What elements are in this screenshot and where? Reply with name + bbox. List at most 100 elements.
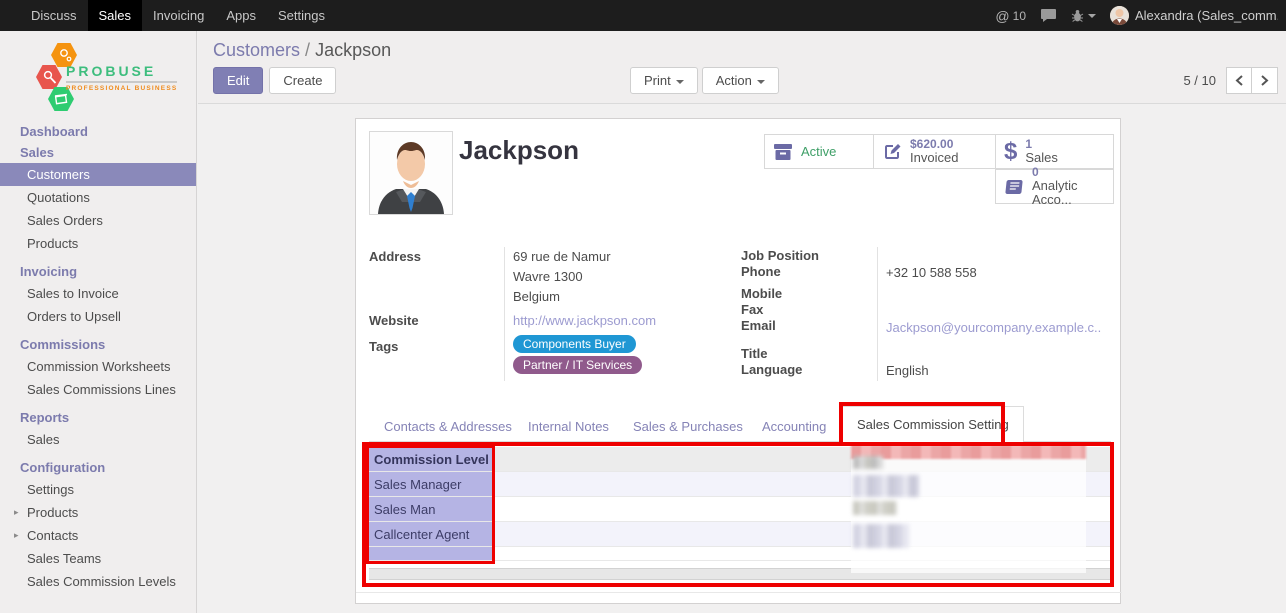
- sidebar-item-commission-worksheets[interactable]: Commission Worksheets: [0, 355, 196, 378]
- action-dropdown-button[interactable]: Action: [702, 67, 779, 94]
- breadcrumb-separator: /: [305, 40, 310, 60]
- sidebar-item-sales-commissions-lines[interactable]: Sales Commissions Lines: [0, 378, 196, 401]
- job-position-label: Job Position: [741, 248, 819, 263]
- sidebar-header-dashboard[interactable]: Dashboard: [0, 121, 196, 142]
- mentions-counter[interactable]: @ 10: [995, 8, 1026, 24]
- language-label: Language: [741, 362, 802, 377]
- tab-contacts-addresses[interactable]: Contacts & Addresses: [384, 419, 512, 434]
- sidebar-item-sales-commission-levels[interactable]: Sales Commission Levels: [0, 570, 196, 593]
- sidebar-item-products[interactable]: Products: [0, 232, 196, 255]
- action-label: Action: [716, 73, 752, 88]
- expand-caret-icon[interactable]: ▸: [14, 507, 19, 518]
- user-name: Alexandra (Sales_comm..: [1135, 8, 1278, 23]
- language-value[interactable]: English: [886, 363, 929, 378]
- at-icon: @: [995, 8, 1009, 24]
- customer-photo[interactable]: [369, 131, 453, 215]
- website-label: Website: [369, 313, 419, 328]
- logo-subtitle: PROFESSIONAL BUSINESS: [66, 85, 177, 92]
- caret-down-icon: [676, 80, 684, 84]
- menu-apps[interactable]: Apps: [215, 0, 267, 31]
- redacted-value: [853, 456, 883, 469]
- customer-form-sheet: Jackpson Active $620.00 Invoiced $ 1 Sal…: [355, 118, 1121, 604]
- commission-level-cell[interactable]: Sales Manager: [369, 472, 493, 496]
- sidebar-item-sales-orders[interactable]: Sales Orders: [0, 209, 196, 232]
- tag-components-buyer[interactable]: Components Buyer: [513, 335, 636, 353]
- chevron-right-icon: [1261, 75, 1269, 86]
- tag-partner-it-services[interactable]: Partner / IT Services: [513, 356, 642, 374]
- sidebar-item-sales-teams[interactable]: Sales Teams: [0, 547, 196, 570]
- tab-accounting[interactable]: Accounting: [762, 419, 826, 434]
- commission-level-cell-empty: [369, 547, 493, 560]
- sidebar-item-sales-to-invoice[interactable]: Sales to Invoice: [0, 282, 196, 305]
- mentions-count: 10: [1013, 9, 1026, 23]
- app-menus: Discuss Sales Invoicing Apps Settings: [0, 0, 336, 31]
- sidebar-item-settings[interactable]: Settings: [0, 478, 196, 501]
- topbar-spacer: [336, 0, 995, 31]
- phone-label: Phone: [741, 264, 781, 279]
- pager-previous-button[interactable]: [1226, 67, 1252, 94]
- field-separator: [877, 247, 878, 381]
- sidebar-header-reports[interactable]: Reports: [0, 407, 196, 428]
- bug-menu[interactable]: [1071, 9, 1096, 23]
- tab-internal-notes[interactable]: Internal Notes: [528, 419, 609, 434]
- email-label: Email: [741, 318, 776, 333]
- record-buttons: Edit Create: [213, 67, 336, 94]
- logo-text: PROBUSE PROFESSIONAL BUSINESS: [66, 63, 177, 92]
- menu-discuss[interactable]: Discuss: [20, 0, 88, 31]
- sidebar-item-config-products[interactable]: ▸Products: [0, 501, 196, 524]
- commission-level-cell[interactable]: Callcenter Agent: [369, 522, 493, 546]
- sidebar-item-reports-sales[interactable]: Sales: [0, 428, 196, 451]
- print-label: Print: [644, 73, 671, 88]
- stat-button-invoiced[interactable]: $620.00 Invoiced: [873, 134, 996, 169]
- probuse-logo[interactable]: PROBUSE PROFESSIONAL BUSINESS: [34, 41, 184, 113]
- control-panel: Customers / Jackpson Edit Create Print A…: [198, 31, 1286, 104]
- record-title: Jackpson: [459, 135, 579, 166]
- address-line-3[interactable]: Belgium: [513, 289, 560, 304]
- breadcrumb-current: Jackpson: [315, 40, 391, 60]
- commission-level-header[interactable]: Commission Level: [369, 447, 493, 471]
- menu-invoicing[interactable]: Invoicing: [142, 0, 215, 31]
- sidebar-item-customers[interactable]: Customers: [0, 163, 196, 186]
- chat-bubble-icon[interactable]: [1040, 8, 1057, 23]
- menu-sales[interactable]: Sales: [88, 0, 143, 31]
- sidebar-item-label: Contacts: [27, 528, 78, 543]
- invoice-pencil-icon: [882, 142, 902, 162]
- phone-value[interactable]: +32 10 588 558: [886, 265, 977, 280]
- stat-button-active[interactable]: Active: [764, 134, 874, 169]
- archive-box-icon: [773, 143, 793, 161]
- edit-button[interactable]: Edit: [213, 67, 263, 94]
- logo-title: PROBUSE: [66, 63, 177, 83]
- address-line-2[interactable]: Wavre 1300: [513, 269, 583, 284]
- sidebar-header-commissions[interactable]: Commissions: [0, 334, 196, 355]
- sales-label: Sales: [1025, 151, 1058, 165]
- create-button[interactable]: Create: [269, 67, 336, 94]
- sidebar-header-sales[interactable]: Sales: [0, 142, 196, 163]
- tab-sales-purchases[interactable]: Sales & Purchases: [633, 419, 743, 434]
- title-label: Title: [741, 346, 768, 361]
- address-line-1[interactable]: 69 rue de Namur: [513, 249, 611, 264]
- pager-next-button[interactable]: [1252, 67, 1278, 94]
- redacted-values-column: [851, 445, 1086, 573]
- website-link[interactable]: http://www.jackpson.com: [513, 313, 656, 328]
- stat-button-sales[interactable]: $ 1 Sales: [995, 134, 1114, 169]
- sidebar-header-configuration[interactable]: Configuration: [0, 457, 196, 478]
- stat-button-analytic-accounts[interactable]: 0 Analytic Acco...: [995, 169, 1114, 204]
- form-divider: [356, 592, 1122, 593]
- breadcrumb-parent[interactable]: Customers: [213, 40, 300, 60]
- commission-level-cell[interactable]: Sales Man: [369, 497, 493, 521]
- sidebar-item-config-contacts[interactable]: ▸ Contacts: [0, 524, 196, 547]
- user-menu[interactable]: Alexandra (Sales_comm..: [1110, 6, 1278, 25]
- book-icon: [1004, 178, 1024, 196]
- systray: @ 10 Alexandra (Sales_comm..: [995, 0, 1286, 31]
- redacted-value: [853, 475, 919, 497]
- expand-caret-icon[interactable]: ▸: [14, 530, 19, 541]
- menu-settings[interactable]: Settings: [267, 0, 336, 31]
- sidebar-item-quotations[interactable]: Quotations: [0, 186, 196, 209]
- email-link[interactable]: Jackpson@yourcompany.example.c..: [886, 320, 1101, 335]
- print-dropdown-button[interactable]: Print: [630, 67, 698, 94]
- sidebar-header-invoicing[interactable]: Invoicing: [0, 261, 196, 282]
- mobile-label: Mobile: [741, 286, 782, 301]
- sidebar-item-orders-to-upsell[interactable]: Orders to Upsell: [0, 305, 196, 328]
- tab-sales-commission-setting[interactable]: Sales Commission Setting: [842, 406, 1024, 442]
- fax-label: Fax: [741, 302, 763, 317]
